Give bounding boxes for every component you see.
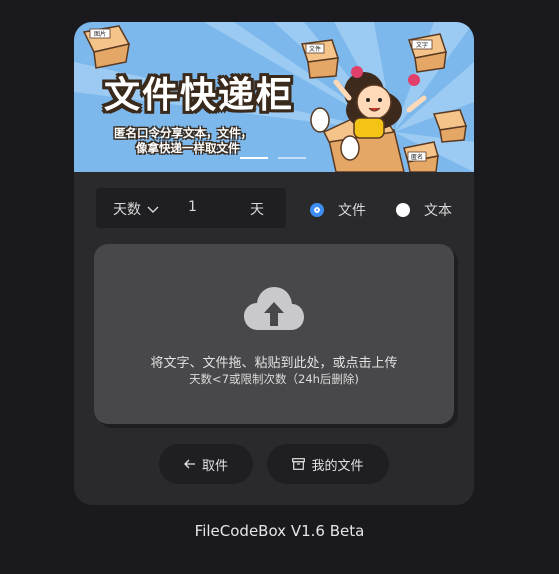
banner-title: 文件快递柜	[104, 75, 295, 116]
box-file: 文件	[301, 39, 339, 79]
expiry-value-input[interactable]: 1	[188, 199, 197, 215]
box-anon: 匿名	[403, 141, 439, 172]
banner-subtitle-line2: 像拿快递一样取文件	[136, 141, 240, 155]
banner-subtitle-line1: 匿名口令分享文本，文件，	[114, 126, 252, 140]
retrieve-button-label: 取件	[201, 458, 228, 474]
app-version-footer: FileCodeBox V1.6 Beta	[194, 522, 365, 540]
banner: 图片 文件 文字 匿名 文件快递柜 匿名口令分享文本，文件， 像拿快递一样取文件	[74, 22, 474, 172]
my-files-button-label: 我的文件	[311, 458, 364, 474]
radio-file[interactable]: 文件	[310, 200, 366, 220]
carousel-dot[interactable]	[240, 157, 268, 159]
arrow-left-icon	[184, 459, 196, 469]
upload-dropzone[interactable]: 将文字、文件拖、粘贴到此处，或点击上传 天数<7或限制次数（24h后删除)	[94, 244, 454, 424]
expiry-mode-label: 天数	[113, 202, 141, 218]
upload-controls: 天数 1 天 文件 文本	[96, 188, 456, 228]
radio-checked-icon	[310, 203, 324, 217]
carousel-dot[interactable]	[278, 157, 306, 159]
expiry-unit-label: 天	[250, 202, 264, 218]
radio-file-label: 文件	[338, 203, 366, 219]
dropzone-hint: 天数<7或限制次数（24h后删除)	[189, 372, 359, 386]
my-files-button[interactable]: 我的文件	[267, 444, 389, 484]
radio-text-label: 文本	[424, 203, 452, 219]
box-small	[432, 109, 468, 143]
box-text: 文字	[408, 33, 447, 73]
radio-unchecked-icon	[396, 203, 410, 217]
chevron-down-icon	[147, 202, 159, 218]
radio-text[interactable]: 文本	[396, 200, 452, 220]
archive-icon	[292, 458, 306, 470]
expiry-mode-select[interactable]: 天数	[113, 199, 159, 219]
box-label: 文字	[416, 41, 428, 49]
cloud-upload-icon	[244, 287, 304, 330]
main-card: 图片 文件 文字 匿名 文件快递柜 匿名口令分享文本，文件， 像拿快递一样取文件…	[74, 22, 474, 505]
retrieve-button[interactable]: 取件	[159, 444, 253, 484]
box-image: 图片	[82, 25, 131, 69]
box-label: 匿名	[411, 153, 423, 161]
expiry-input-group: 天数 1 天	[96, 188, 286, 228]
banner-subtitle: 匿名口令分享文本，文件， 像拿快递一样取文件	[114, 126, 252, 156]
carousel-indicators	[240, 157, 306, 159]
box-label: 图片	[94, 30, 106, 38]
box-label: 文件	[309, 45, 321, 53]
dropzone-instruction: 将文字、文件拖、粘贴到此处，或点击上传	[150, 356, 398, 371]
